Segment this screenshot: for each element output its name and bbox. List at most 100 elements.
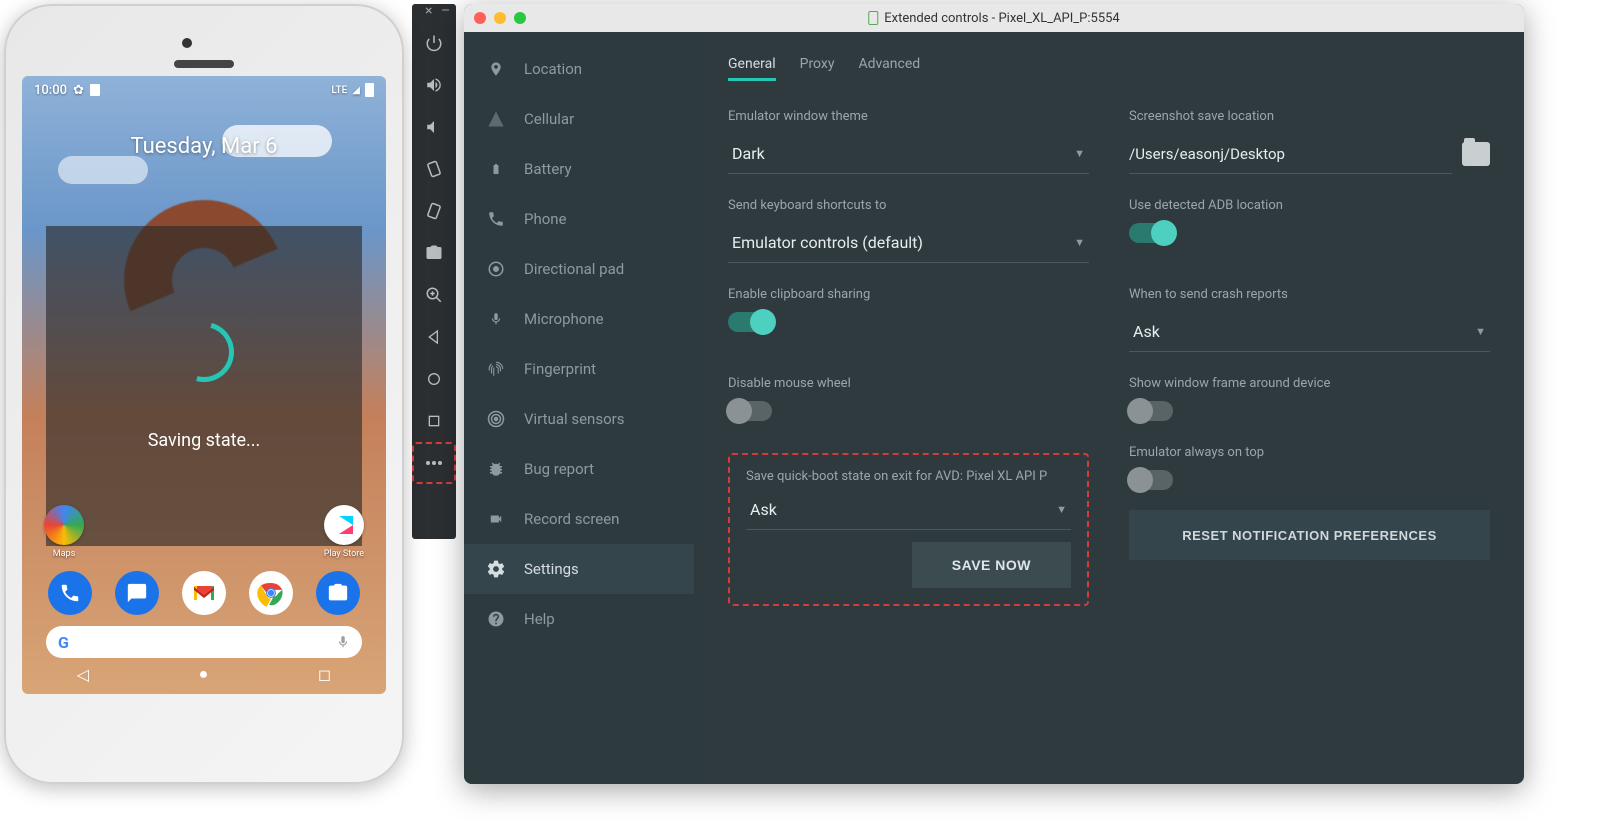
traffic-zoom-icon[interactable] — [514, 12, 526, 24]
sidebar-item-fingerprint[interactable]: Fingerprint — [464, 344, 694, 394]
field-label: Emulator always on top — [1129, 445, 1490, 460]
always-top-toggle[interactable] — [1129, 470, 1173, 490]
window-title: Extended controls - Pixel_XL_API_P:5554 — [868, 11, 1119, 26]
save-now-button[interactable]: SAVE NOW — [912, 542, 1071, 588]
signal-icon: ◢ — [352, 85, 360, 96]
device-icon — [868, 11, 878, 25]
sidebar-item-help[interactable]: Help — [464, 594, 694, 644]
sidebar-item-settings[interactable]: Settings — [464, 544, 694, 594]
field-adb: Use detected ADB location — [1129, 198, 1490, 263]
field-label: Disable mouse wheel — [728, 376, 1089, 391]
toolbar-volume-down-button[interactable] — [412, 106, 456, 148]
tab-general[interactable]: General — [728, 56, 776, 81]
phone-screen[interactable]: 10:00 ✿ LTE ◢ Tuesday, Mar 6 Saving stat… — [22, 76, 386, 694]
nav-back-icon[interactable]: ◁ — [77, 665, 89, 684]
traffic-close-icon[interactable] — [474, 12, 486, 24]
mic-icon[interactable] — [336, 633, 350, 651]
sidebar-item-label: Fingerprint — [524, 360, 596, 378]
toolbar-more-button[interactable] — [412, 442, 456, 484]
google-g-icon: G — [58, 633, 69, 652]
settings-icon — [486, 559, 506, 579]
quickboot-select[interactable]: Ask ▼ — [746, 490, 1071, 530]
sidebar-item-cellular[interactable]: Cellular — [464, 94, 694, 144]
app-playstore[interactable]: Play Store — [324, 505, 364, 559]
toolbar-home-button[interactable] — [412, 358, 456, 400]
traffic-minimize-icon[interactable] — [494, 12, 506, 24]
saving-state-label: Saving state... — [148, 430, 261, 451]
sidebar-item-label: Cellular — [524, 110, 574, 128]
reset-notifications-button[interactable]: RESET NOTIFICATION PREFERENCES — [1129, 510, 1490, 560]
tab-advanced[interactable]: Advanced — [858, 56, 920, 81]
select-value: Ask — [1133, 322, 1160, 341]
theme-select[interactable]: Dark ▼ — [728, 134, 1089, 174]
settings-indicator-icon: ✿ — [73, 83, 84, 98]
mic-icon — [486, 309, 506, 329]
toolbar-rotate-right-button[interactable] — [412, 190, 456, 232]
toggle-knob — [750, 309, 776, 335]
field-screenshot-location: Screenshot save location /Users/easonj/D… — [1129, 109, 1490, 174]
toolbar-power-button[interactable] — [412, 22, 456, 64]
dpad-icon — [486, 260, 506, 278]
frame-toggle[interactable] — [1129, 401, 1173, 421]
toolbar-screenshot-button[interactable] — [412, 232, 456, 274]
sidebar-item-bugreport[interactable]: Bug report — [464, 444, 694, 494]
sidebar-item-label: Microphone — [524, 310, 604, 328]
window-titlebar[interactable]: Extended controls - Pixel_XL_API_P:5554 — [464, 4, 1524, 32]
field-crash: When to send crash reports Ask ▼ — [1129, 287, 1490, 352]
tab-proxy[interactable]: Proxy — [800, 56, 835, 81]
dock-messages-icon[interactable] — [115, 571, 159, 615]
toolbar-rotate-left-button[interactable] — [412, 148, 456, 190]
sidebar-item-microphone[interactable]: Microphone — [464, 294, 694, 344]
toolbar-zoom-button[interactable] — [412, 274, 456, 316]
loading-spinner-icon — [163, 311, 245, 393]
app-maps[interactable]: Maps — [44, 505, 84, 559]
mouse-toggle[interactable] — [728, 401, 772, 421]
cellular-icon — [486, 110, 506, 128]
toolbar-back-button[interactable] — [412, 316, 456, 358]
dock-gmail-icon[interactable] — [182, 571, 226, 615]
settings-tabs: General Proxy Advanced — [728, 56, 1490, 81]
home-app-row: Maps Play Store — [22, 505, 386, 559]
network-label: LTE — [331, 85, 347, 96]
sidebar-item-record[interactable]: Record screen — [464, 494, 694, 544]
nav-recents-icon[interactable]: ◻ — [318, 665, 331, 684]
field-theme: Emulator window theme Dark ▼ — [728, 109, 1089, 174]
field-label: Save quick-boot state on exit for AVD: P… — [746, 469, 1071, 484]
sidebar-item-location[interactable]: Location — [464, 44, 694, 94]
toggle-knob — [1127, 467, 1153, 493]
field-shortcuts: Send keyboard shortcuts to Emulator cont… — [728, 198, 1089, 263]
field-label: Use detected ADB location — [1129, 198, 1490, 213]
dock-phone-icon[interactable] — [48, 571, 92, 615]
sidebar-item-sensors[interactable]: Virtual sensors — [464, 394, 694, 444]
field-clipboard: Enable clipboard sharing — [728, 287, 1089, 352]
clipboard-toggle[interactable] — [728, 312, 772, 332]
close-icon[interactable]: × — [425, 6, 437, 18]
sidebar-item-phone[interactable]: Phone — [464, 194, 694, 244]
toolbar-recents-button[interactable] — [412, 400, 456, 442]
emulator-toolbar: × – — [412, 4, 456, 539]
sidebar-item-dpad[interactable]: Directional pad — [464, 244, 694, 294]
chevron-down-icon: ▼ — [1074, 236, 1085, 249]
sidebar-item-label: Record screen — [524, 510, 619, 528]
nav-home-icon[interactable]: ● — [199, 664, 209, 684]
extended-controls-window: Extended controls - Pixel_XL_API_P:5554 … — [464, 4, 1524, 784]
minimize-icon[interactable]: – — [441, 6, 453, 18]
status-time: 10:00 — [34, 83, 67, 98]
dock-camera-icon[interactable] — [316, 571, 360, 615]
record-icon — [486, 512, 506, 526]
browse-folder-button[interactable] — [1462, 142, 1490, 166]
select-value: Emulator controls (default) — [732, 233, 923, 252]
adb-toggle[interactable] — [1129, 223, 1173, 243]
dock-chrome-icon[interactable] — [249, 571, 293, 615]
shortcuts-select[interactable]: Emulator controls (default) ▼ — [728, 223, 1089, 263]
android-statusbar: 10:00 ✿ LTE ◢ — [22, 76, 386, 104]
phone-device-frame: 10:00 ✿ LTE ◢ Tuesday, Mar 6 Saving stat… — [4, 4, 404, 784]
play-store-icon — [324, 505, 364, 545]
google-search-bar[interactable]: G — [46, 626, 362, 658]
field-label: Screenshot save location — [1129, 109, 1490, 124]
crash-select[interactable]: Ask ▼ — [1129, 312, 1490, 352]
toolbar-volume-up-button[interactable] — [412, 64, 456, 106]
sidebar-item-battery[interactable]: Battery — [464, 144, 694, 194]
screenshot-path-input[interactable]: /Users/easonj/Desktop — [1129, 134, 1452, 174]
phone-sensor-dot — [182, 38, 192, 48]
